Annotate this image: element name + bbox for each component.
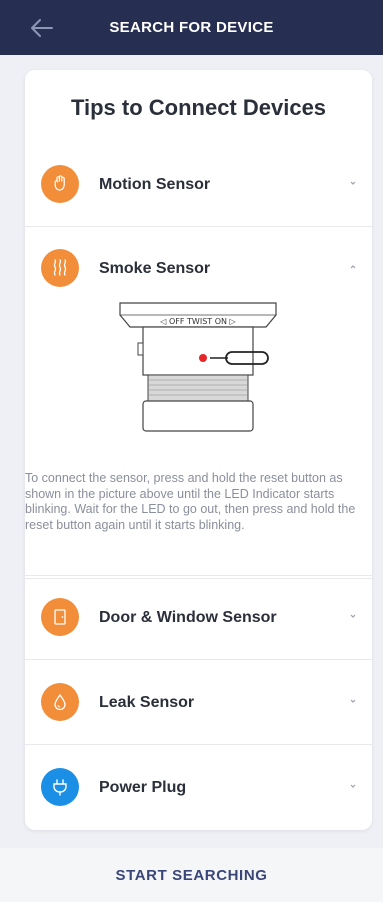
smoke-sensor-instructions: To connect the sensor, press and hold th… — [25, 471, 356, 532]
smoke-icon — [41, 249, 79, 287]
smoke-sensor-illustration: ◁ OFF TWIST ON ▷ — [119, 302, 277, 432]
arrow-left-icon[interactable] — [30, 18, 54, 38]
motion-sensor-label: Motion Sensor — [99, 175, 211, 193]
smoke-sensor-row[interactable]: Smoke Sensor — [25, 227, 372, 311]
smoke-sensor-label: Smoke Sensor — [99, 260, 211, 277]
tips-card: Tips to Connect Devices Motion Sensor Sm… — [25, 70, 372, 830]
power-plug-label: Power Plug — [99, 779, 187, 796]
chevron-down-icon — [350, 784, 356, 788]
leak-sensor-row[interactable]: Leak Sensor — [25, 661, 372, 745]
chevron-down-icon — [350, 181, 356, 185]
leak-sensor-label: Leak Sensor — [99, 693, 195, 711]
page-title: SEARCH FOR DEVICE — [109, 19, 274, 36]
droplet-icon — [41, 683, 79, 721]
footer-bar: START SEARCHING — [0, 848, 383, 902]
chevron-down-icon — [350, 614, 356, 618]
motion-sensor-row[interactable]: Motion Sensor — [25, 143, 372, 227]
start-searching-button[interactable]: START SEARCHING — [115, 867, 267, 884]
door-window-sensor-label: Door & Window Sensor — [99, 608, 277, 626]
card-title: Tips to Connect Devices — [70, 95, 327, 120]
chevron-up-icon — [350, 265, 356, 269]
twist-label: ◁ OFF TWIST ON ▷ — [159, 317, 236, 326]
top-bar: SEARCH FOR DEVICE — [0, 0, 383, 55]
door-window-sensor-row[interactable]: Door & Window Sensor — [25, 576, 372, 660]
power-plug-row[interactable]: Power Plug — [25, 746, 372, 830]
chevron-down-icon — [350, 699, 356, 703]
plug-icon — [41, 768, 79, 806]
hand-icon — [41, 165, 79, 203]
door-icon — [41, 598, 79, 636]
